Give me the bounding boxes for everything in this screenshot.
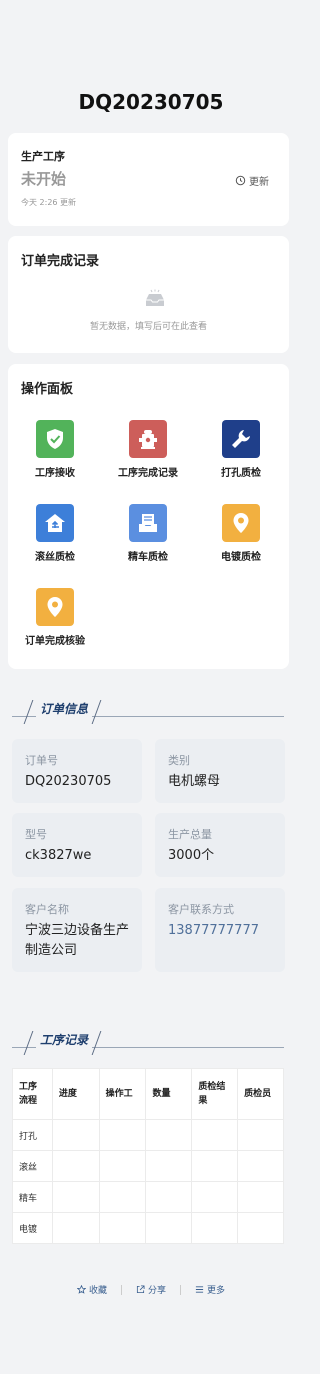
share-label: 分享 [147, 1286, 166, 1296]
op-finish-turning-qc[interactable]: 精车质检 [108, 504, 188, 563]
house-upload-icon [36, 504, 74, 542]
total-quantity-field: 生产总量 3000个 [155, 813, 285, 877]
op-process-receive[interactable]: 工序接收 [15, 420, 95, 479]
status-value: 未开始 [21, 170, 67, 188]
table-cell [191, 1150, 239, 1182]
section-slash [91, 1031, 102, 1055]
operations-panel: 操作面板 工序接收 工序完成记录 打孔质检 滚丝质检 精车质检 电镀质检 订单完… [8, 364, 289, 669]
table-cell [98, 1119, 147, 1151]
table-cell [51, 1150, 100, 1182]
status-label: 生产工序 [21, 150, 65, 163]
table-cell [191, 1212, 239, 1244]
clock-icon [235, 175, 246, 186]
refresh-button[interactable]: 更新 [235, 173, 269, 188]
process-records-header: 工序记录 [12, 1027, 284, 1057]
order-info-title: 订单信息 [36, 700, 93, 717]
column-header: 工序流程 [12, 1068, 53, 1120]
table-cell [98, 1212, 147, 1244]
table-row: 精车 [12, 1181, 284, 1213]
column-header: 操作工 [98, 1068, 147, 1120]
table-cell [98, 1150, 147, 1182]
table-cell: 打孔 [12, 1119, 53, 1151]
menu-icon [195, 1285, 204, 1294]
shield-check-icon [36, 420, 74, 458]
table-cell [51, 1181, 100, 1213]
section-slash [23, 1031, 34, 1055]
favorite-button[interactable]: 收藏 [63, 1283, 121, 1296]
table-cell [51, 1119, 100, 1151]
column-header: 质检员 [237, 1068, 284, 1120]
operations-title: 操作面板 [21, 382, 74, 397]
more-label: 更多 [207, 1286, 226, 1296]
table-cell [237, 1150, 284, 1182]
process-records-table: 工序流程 进度 操作工 数量 质检结果 质检员 打孔 滚丝 精车 电镀 [12, 1068, 284, 1244]
customer-name-field: 客户名称 宁波三边设备生产制造公司 [12, 888, 142, 972]
completion-records-card: 订单完成记录 暂无数据，填写后可在此查看 [8, 236, 289, 353]
more-button[interactable]: 更多 [181, 1283, 239, 1296]
table-cell: 滚丝 [12, 1150, 53, 1182]
production-status-card: 生产工序 未开始 今天 2:26 更新 更新 [8, 133, 289, 226]
model-field: 型号 ck3827we [12, 813, 142, 877]
hydrant-icon [129, 420, 167, 458]
table-cell: 电镀 [12, 1212, 53, 1244]
op-order-complete-verify[interactable]: 订单完成核验 [15, 588, 95, 647]
wrench-icon [222, 420, 260, 458]
records-title: 订单完成记录 [21, 254, 100, 269]
table-cell [145, 1212, 193, 1244]
page-title: DQ20230705 [78, 90, 224, 114]
location-pin-icon [36, 588, 74, 626]
share-icon [136, 1285, 145, 1294]
process-records-title: 工序记录 [36, 1031, 93, 1048]
table-cell [145, 1181, 193, 1213]
table-cell [237, 1119, 284, 1151]
table-cell [237, 1181, 284, 1213]
table-cell [191, 1119, 239, 1151]
table-cell [98, 1181, 147, 1213]
op-thread-rolling-qc[interactable]: 滚丝质检 [15, 504, 95, 563]
status-updated-time: 今天 2:26 更新 [21, 198, 77, 207]
table-header-row: 工序流程 进度 操作工 数量 质检结果 质检员 [12, 1068, 284, 1120]
section-slash [91, 700, 102, 724]
customer-phone-link[interactable]: 13877777777 [168, 921, 279, 941]
table-cell [145, 1150, 193, 1182]
section-slash [23, 700, 34, 724]
empty-state-text: 暂无数据，填写后可在此查看 [89, 322, 207, 332]
table-row: 滚丝 [12, 1150, 284, 1182]
op-electroplating-qc[interactable]: 电镀质检 [201, 504, 281, 563]
column-header: 进度 [51, 1068, 100, 1120]
document-tray-icon [129, 504, 167, 542]
table-cell [237, 1212, 284, 1244]
order-info-header: 订单信息 [12, 696, 284, 726]
location-pin-icon [222, 504, 260, 542]
op-process-complete-record[interactable]: 工序完成记录 [108, 420, 188, 479]
table-cell: 精车 [12, 1181, 53, 1213]
refresh-label: 更新 [249, 177, 269, 188]
order-number-field: 订单号 DQ20230705 [12, 739, 142, 803]
star-icon [76, 1285, 86, 1294]
table-row: 打孔 [12, 1119, 284, 1151]
op-drilling-qc[interactable]: 打孔质检 [201, 420, 281, 479]
table-cell [51, 1212, 100, 1244]
table-cell [191, 1181, 239, 1213]
empty-inbox-icon [143, 289, 167, 309]
footer-actions: 收藏 分享 更多 [0, 1283, 302, 1296]
table-row: 电镀 [12, 1212, 284, 1244]
share-button[interactable]: 分享 [122, 1283, 180, 1296]
customer-contact-field: 客户联系方式 13877777777 [155, 888, 285, 972]
column-header: 质检结果 [191, 1068, 239, 1120]
category-field: 类别 电机螺母 [155, 739, 285, 803]
table-cell [145, 1119, 193, 1151]
favorite-label: 收藏 [88, 1286, 107, 1296]
column-header: 数量 [145, 1068, 193, 1120]
